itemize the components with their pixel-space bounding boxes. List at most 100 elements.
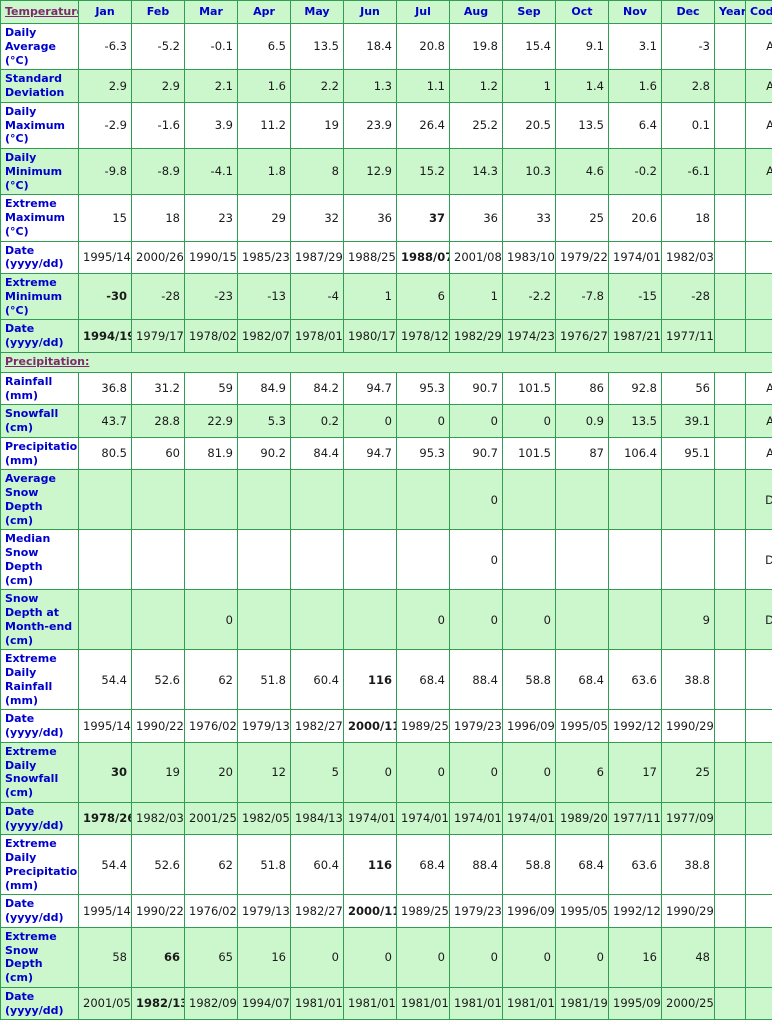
- column-header-code: Code: [746, 1, 772, 24]
- cell-may: 8: [291, 149, 344, 195]
- cell-nov: 1.6: [609, 70, 662, 103]
- section-header-temperature: Temperature:: [1, 1, 79, 24]
- cell-mar: 62: [185, 650, 238, 710]
- cell-apr: 90.2: [238, 437, 291, 470]
- cell-nov: 20.6: [609, 195, 662, 241]
- cell-jun: 1981/01+: [344, 987, 397, 1020]
- cell-jun: 94.7: [344, 437, 397, 470]
- cell-mar: 81.9: [185, 437, 238, 470]
- table-row: Average Snow Depth (cm)0D: [1, 470, 772, 530]
- cell-jun: [344, 530, 397, 590]
- cell-nov: 1974/01: [609, 241, 662, 274]
- row-label: Extreme Daily Rainfall (mm): [1, 650, 79, 710]
- cell-jul: 37: [397, 195, 450, 241]
- cell-aug: 1974/01+: [450, 802, 503, 835]
- cell-aug: 1981/01+: [450, 987, 503, 1020]
- cell-jan: -9.8: [79, 149, 132, 195]
- cell-jul: 1988/07+: [397, 241, 450, 274]
- row-label: Date (yyyy/dd): [1, 895, 79, 928]
- cell-apr: 1979/13: [238, 895, 291, 928]
- cell-jul: [397, 470, 450, 530]
- cell-aug: 1: [450, 274, 503, 320]
- cell-apr: 1979/13: [238, 710, 291, 743]
- cell-nov: -15: [609, 274, 662, 320]
- cell-aug: 0: [450, 590, 503, 650]
- cell-jan: 1994/19: [79, 320, 132, 353]
- cell-dec: -3: [662, 24, 715, 70]
- cell-sep: 1983/10: [503, 241, 556, 274]
- row-label: Date (yyyy/dd): [1, 241, 79, 274]
- row-label: Rainfall (mm): [1, 372, 79, 405]
- cell-mar: [185, 470, 238, 530]
- column-header-dec: Dec: [662, 1, 715, 24]
- cell-jun: 0: [344, 742, 397, 802]
- cell-oct: [556, 590, 609, 650]
- cell-mar: 62: [185, 835, 238, 895]
- cell-sep: 1: [503, 70, 556, 103]
- cell-may: [291, 470, 344, 530]
- cell-apr: 84.9: [238, 372, 291, 405]
- table-row: Median Snow Depth (cm)0D: [1, 530, 772, 590]
- cell-year: [715, 987, 746, 1020]
- cell-nov: 13.5: [609, 405, 662, 438]
- cell-jul: 1989/25: [397, 895, 450, 928]
- cell-feb: [132, 530, 185, 590]
- cell-jul: 1.1: [397, 70, 450, 103]
- cell-may: 1982/27: [291, 710, 344, 743]
- cell-sep: 1996/09: [503, 710, 556, 743]
- row-label: Date (yyyy/dd): [1, 802, 79, 835]
- cell-jan: 2001/05: [79, 987, 132, 1020]
- cell-oct: 1976/27: [556, 320, 609, 353]
- cell-jun: 1: [344, 274, 397, 320]
- cell-year: [715, 927, 746, 987]
- cell-may: 1987/29+: [291, 241, 344, 274]
- cell-sep: 1981/01+: [503, 987, 556, 1020]
- cell-may: 84.4: [291, 437, 344, 470]
- cell-jan: 1995/14: [79, 895, 132, 928]
- cell-code: D: [746, 590, 772, 650]
- cell-may: 60.4: [291, 650, 344, 710]
- cell-year: [715, 470, 746, 530]
- cell-aug: 25.2: [450, 102, 503, 148]
- cell-dec: 1982/03: [662, 241, 715, 274]
- cell-year: [715, 149, 746, 195]
- cell-may: 1978/01: [291, 320, 344, 353]
- cell-year: [715, 320, 746, 353]
- cell-sep: 0: [503, 405, 556, 438]
- cell-oct: 1.4: [556, 70, 609, 103]
- cell-jul: 1974/01+: [397, 802, 450, 835]
- cell-jul: 26.4: [397, 102, 450, 148]
- cell-code: [746, 241, 772, 274]
- cell-apr: 11.2: [238, 102, 291, 148]
- cell-jul: 1981/01+: [397, 987, 450, 1020]
- table-row: Snow Depth at Month-end (cm)00009D: [1, 590, 772, 650]
- cell-oct: 86: [556, 372, 609, 405]
- cell-jun: 0: [344, 927, 397, 987]
- cell-oct: 68.4: [556, 650, 609, 710]
- table-row: Date (yyyy/dd)1978/261982/032001/251982/…: [1, 802, 772, 835]
- table-row: Standard Deviation2.92.92.11.62.21.31.11…: [1, 70, 772, 103]
- cell-jul: 1989/25: [397, 710, 450, 743]
- cell-jan: 1995/14: [79, 710, 132, 743]
- cell-apr: 51.8: [238, 835, 291, 895]
- table-row: Rainfall (mm)36.831.25984.984.294.795.39…: [1, 372, 772, 405]
- table-row: Daily Maximum (°C)-2.9-1.63.911.21923.92…: [1, 102, 772, 148]
- column-header-jan: Jan: [79, 1, 132, 24]
- cell-may: [291, 590, 344, 650]
- cell-jun: 0: [344, 405, 397, 438]
- cell-mar: 2.1: [185, 70, 238, 103]
- cell-jun: 2000/11: [344, 895, 397, 928]
- cell-year: [715, 530, 746, 590]
- row-label: Daily Minimum (°C): [1, 149, 79, 195]
- cell-year: [715, 195, 746, 241]
- cell-jan: 58: [79, 927, 132, 987]
- cell-may: 2.2: [291, 70, 344, 103]
- cell-oct: 6: [556, 742, 609, 802]
- cell-year: [715, 437, 746, 470]
- cell-jul: 6: [397, 274, 450, 320]
- cell-code: D: [746, 470, 772, 530]
- cell-nov: 1992/12: [609, 710, 662, 743]
- cell-oct: 1989/20: [556, 802, 609, 835]
- cell-mar: 1990/15+: [185, 241, 238, 274]
- cell-code: A: [746, 149, 772, 195]
